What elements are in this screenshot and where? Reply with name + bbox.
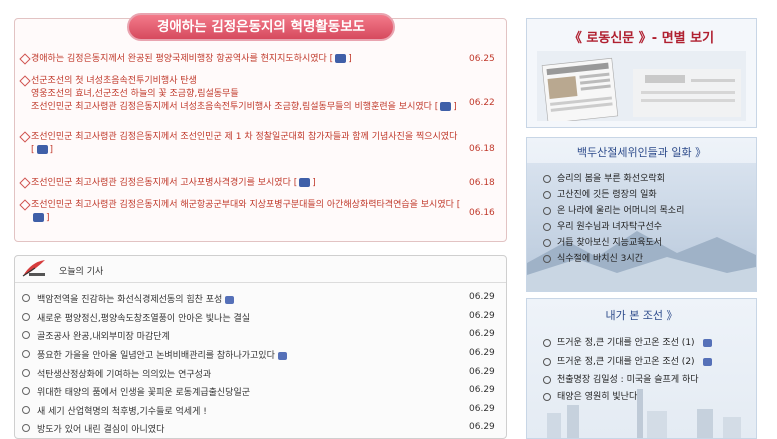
circle-bullet-icon xyxy=(22,350,30,358)
news-item-text[interactable]: 조선인민군 최고사령관 김정은동지께서 고사포병사격경기를 보시였다 [ xyxy=(31,178,297,188)
circle-bullet-icon xyxy=(543,254,551,263)
revolutionary-activity-panel: 경애하는 김정은동지의 혁명활동보도 경애하는 김정은동지께서 완공된 평양국제… xyxy=(14,13,507,242)
circle-bullet-icon xyxy=(543,174,551,183)
article-date: 06.29 xyxy=(469,292,495,302)
story-item[interactable]: 뜨거운 정,큰 기대를 안고온 조선 (2) xyxy=(543,354,712,367)
banner-title[interactable]: 《 로동신문 》- 면별 보기 xyxy=(527,27,756,46)
news-item-text[interactable]: 경애하는 김정은동지께서 완공된 평양국제비행장 항공역사를 현지지도하시였다 … xyxy=(31,54,333,64)
diamond-bullet-icon xyxy=(19,75,31,87)
camera-icon[interactable] xyxy=(335,54,347,63)
diamond-bullet-icon xyxy=(19,199,31,211)
news-date: 06.25 xyxy=(469,54,495,64)
article-link[interactable]: 풍요한 가을을 안아올 일념안고 논벼비배관리를 참하나가고있다 xyxy=(37,351,275,361)
news-item-text[interactable]: 조선인민군 최고사령관 김정은동지께서 해군항공군부대와 지상포병구분대들의 아… xyxy=(31,200,460,210)
article-link[interactable]: 백암전역을 진감하는 화선식경제선동의 힘찬 포성 xyxy=(37,295,222,305)
newspaper-thumbnail[interactable] xyxy=(537,51,746,121)
article-date: 06.29 xyxy=(469,311,495,321)
news-date: 06.16 xyxy=(469,208,495,218)
article-date: 06.29 xyxy=(469,329,495,339)
circle-bullet-icon xyxy=(22,424,30,432)
circle-bullet-icon xyxy=(543,392,551,401)
panel-header: 오늘의 기사 xyxy=(15,256,506,283)
article-date: 06.29 xyxy=(469,348,495,358)
article-link[interactable]: 새로운 평양정신,평양속도창조열풍이 안아온 빛나는 결실 xyxy=(37,311,250,324)
article-date: 06.29 xyxy=(469,385,495,395)
diamond-bullet-icon xyxy=(19,177,31,189)
camera-icon[interactable] xyxy=(702,357,712,366)
circle-bullet-icon xyxy=(22,313,30,321)
rodong-sinmun-page-view-banner[interactable]: 《 로동신문 》- 면별 보기 xyxy=(526,18,757,128)
news-item[interactable]: 선군조선의 첫 녀성초음속전투기비행사 탄생 영웅조선의 효녀,선군조선 하늘의… xyxy=(19,75,501,125)
news-item[interactable]: 경애하는 김정은동지께서 완공된 평양국제비행장 항공역사를 현지지도하시였다 … xyxy=(19,53,501,67)
anecdote-item[interactable]: 온 나라에 울리는 어머니의 목소리 xyxy=(543,203,684,216)
camera-icon[interactable] xyxy=(299,178,311,187)
camera-icon[interactable] xyxy=(33,213,44,222)
circle-bullet-icon xyxy=(543,222,551,231)
circle-bullet-icon xyxy=(543,206,551,215)
camera-icon[interactable] xyxy=(225,295,235,304)
news-item[interactable]: 조선인민군 최고사령관 김정은동지께서 고사포병사격경기를 보시였다 [] 06… xyxy=(19,177,501,191)
news-date: 06.18 xyxy=(469,144,495,154)
todays-articles-panel: 오늘의 기사 백암전역을 진감하는 화선식경제선동의 힘찬 포성 06.29 새로… xyxy=(14,255,507,439)
baekdu-anecdotes-panel: 백두산절세위인들과 일화 》 승리의 봄을 부른 화선오락회 고산진에 깃든 령… xyxy=(526,137,757,292)
circle-bullet-icon xyxy=(543,238,551,247)
circle-bullet-icon xyxy=(22,294,30,302)
circle-bullet-icon xyxy=(22,406,30,414)
circle-bullet-icon xyxy=(543,357,551,366)
circle-bullet-icon xyxy=(22,387,30,395)
anecdote-item[interactable]: 거듭 찾아보신 지능교육도서 xyxy=(543,235,662,248)
camera-icon[interactable] xyxy=(702,338,712,347)
article-date: 06.29 xyxy=(469,367,495,377)
circle-bullet-icon xyxy=(543,190,551,199)
article-link[interactable]: 위대한 태양의 품에서 인생을 꽃피운 로동계급출신당일군 xyxy=(37,385,250,398)
anecdote-item[interactable]: 승리의 봄을 부른 화선오락회 xyxy=(543,171,665,184)
anecdote-item[interactable]: 우리 원수님과 녀자탁구선수 xyxy=(543,219,662,232)
news-date: 06.18 xyxy=(469,178,495,188)
story-item[interactable]: 태양은 영원히 빛난다 xyxy=(543,389,637,402)
news-item-text[interactable]: 선군조선의 첫 녀성초음속전투기비행사 탄생 영웅조선의 효녀,선군조선 하늘의… xyxy=(31,76,438,112)
article-date: 06.29 xyxy=(469,404,495,414)
anecdote-item[interactable]: 식수절에 바치신 3시간 xyxy=(543,251,643,264)
panel-title-link[interactable]: 백두산절세위인들과 일화 》 xyxy=(527,144,756,160)
news-item[interactable]: 조선인민군 최고사령관 김정은동지께서 조선인민군 제 1 차 정찰일군대회 참… xyxy=(19,131,501,159)
circle-bullet-icon xyxy=(22,331,30,339)
panel-title: 오늘의 기사 xyxy=(59,267,104,277)
camera-icon[interactable] xyxy=(440,102,452,111)
article-link[interactable]: 방도가 있어 내린 결심이 아니였다 xyxy=(37,422,164,435)
diamond-bullet-icon xyxy=(19,53,31,65)
quill-pen-icon xyxy=(22,260,45,277)
story-item[interactable]: 뜨거운 정,큰 기대를 안고온 조선 (1) xyxy=(543,335,712,348)
circle-bullet-icon xyxy=(543,375,551,384)
panel-title-link[interactable]: 내가 본 조선 》 xyxy=(527,307,756,323)
anecdote-list: 승리의 봄을 부른 화선오락회 고산진에 깃든 령장의 일화 온 나라에 울리는… xyxy=(527,163,756,291)
camera-icon[interactable] xyxy=(36,145,48,154)
article-link[interactable]: 석탄생산정상화에 기여하는 의의있는 연구성과 xyxy=(37,367,211,380)
circle-bullet-icon xyxy=(22,369,30,377)
news-item-text[interactable]: 조선인민군 최고사령관 김정은동지께서 조선인민군 제 1 차 정찰일군대회 참… xyxy=(31,132,457,155)
panel-title: 경애하는 김정은동지의 혁명활동보도 xyxy=(127,13,395,41)
article-date: 06.29 xyxy=(469,422,495,432)
anecdote-item[interactable]: 고산진에 깃든 령장의 일화 xyxy=(543,187,657,200)
story-item[interactable]: 천출명장 김일성 : 미국을 슬프게 하다 xyxy=(543,372,699,385)
diamond-bullet-icon xyxy=(19,131,31,143)
article-link[interactable]: 골조공사 완공,내외부미장 마감단계 xyxy=(37,329,170,342)
circle-bullet-icon xyxy=(543,338,551,347)
camera-icon[interactable] xyxy=(277,351,287,360)
article-link[interactable]: 새 세기 산업혁명의 척후병,기수들로 억세게 ! xyxy=(37,404,207,417)
news-date: 06.22 xyxy=(469,98,495,108)
news-item[interactable]: 조선인민군 최고사령관 김정은동지께서 해군항공군부대와 지상포병구분대들의 아… xyxy=(19,199,501,227)
korea-i-saw-panel: 내가 본 조선 》 뜨거운 정,큰 기대를 안고온 조선 (1) 뜨거운 정,큰… xyxy=(526,298,757,439)
